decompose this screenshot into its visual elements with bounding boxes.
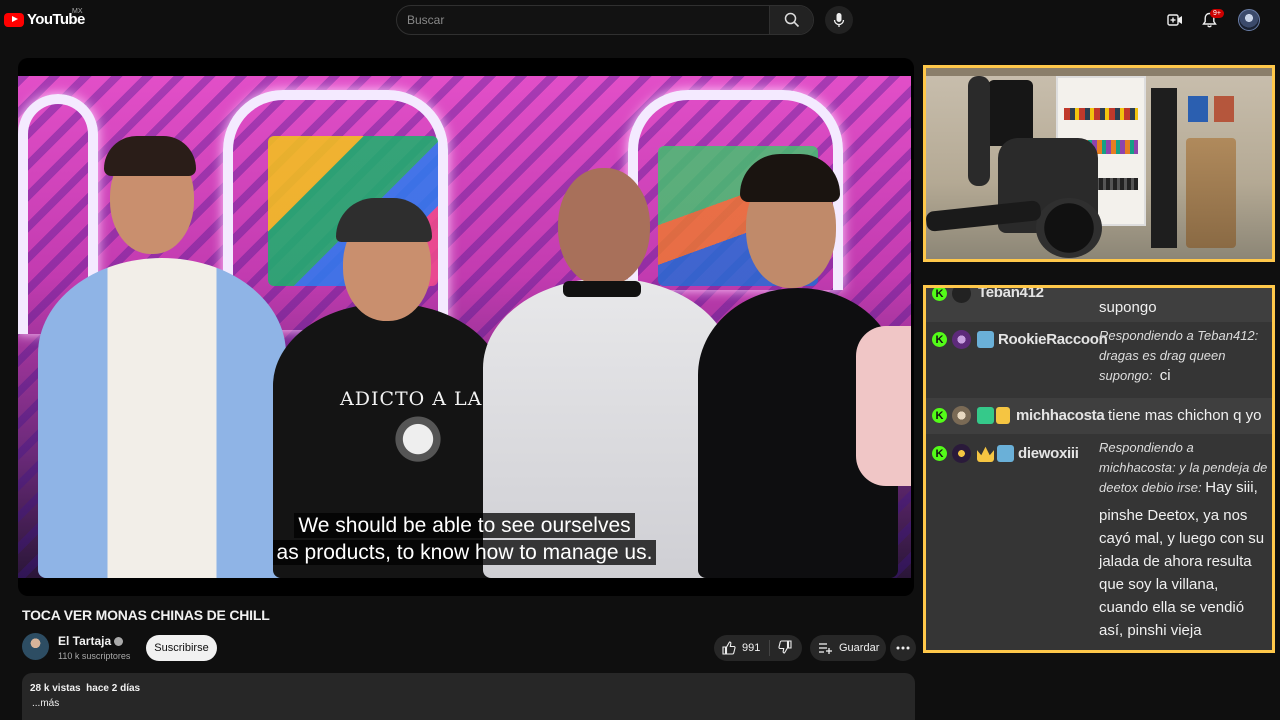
- chair-back: [1036, 198, 1102, 258]
- dislike-button[interactable]: [770, 639, 792, 657]
- chat-text: pinshe Deetox, ya nos cayó mal, y luego …: [1099, 507, 1265, 639]
- notification-badge: 9+: [1210, 9, 1224, 18]
- like-dislike-group: 991: [714, 635, 802, 661]
- kick-icon: K: [932, 288, 947, 301]
- user-avatar: [952, 288, 971, 303]
- subtitle-line-1: We should be able to see ourselves: [18, 513, 911, 538]
- chat-message: K diewoxiii Respondiendo a michhacosta: …: [926, 434, 1272, 650]
- like-count: 991: [742, 642, 761, 654]
- more-actions-button[interactable]: [890, 635, 916, 661]
- poster: [1188, 96, 1208, 122]
- reply-context: Respondiendo a Teban412: dragas es drag …: [1099, 328, 1259, 384]
- kick-icon: K: [932, 332, 947, 347]
- chat-username: michhacosta: [1016, 407, 1105, 424]
- save-playlist-icon: [819, 643, 832, 654]
- thumbs-down-icon: [778, 639, 792, 654]
- subtitle-line-2: as products, to know how to manage us.: [18, 540, 911, 565]
- webcam-overlay: [923, 65, 1275, 262]
- search-box: [396, 5, 814, 35]
- chat-overlay: K Teban412 supongo K RookieRaccoon Respo…: [923, 285, 1275, 653]
- gift-badge-icon: [996, 407, 1010, 424]
- poster: [1214, 96, 1234, 122]
- search-input[interactable]: [397, 6, 769, 34]
- speaker: [1151, 88, 1177, 248]
- hair: [104, 136, 196, 176]
- shirt-text: ADICTO A LAS: [340, 388, 497, 410]
- microphone: [968, 76, 990, 186]
- video-player[interactable]: ADICTO A LAS We should be able to see ou…: [18, 58, 914, 596]
- youtube-logo[interactable]: YouTube MX: [4, 8, 85, 28]
- video-frame[interactable]: ADICTO A LAS We should be able to see ou…: [18, 76, 911, 578]
- user-avatar: [952, 406, 971, 425]
- more-horizontal-icon: [896, 646, 910, 650]
- account-avatar[interactable]: [1238, 9, 1260, 31]
- microphone-icon: [833, 13, 845, 27]
- person-head: [558, 168, 650, 286]
- chat-message: K Teban412 supongo: [926, 285, 1272, 322]
- save-label: Guardar: [839, 642, 880, 654]
- chat-text: tiene mas chichon q yo: [1108, 407, 1262, 424]
- chat-text: supongo: [1099, 299, 1157, 316]
- create-video-icon: [1167, 14, 1182, 26]
- user-avatar: [952, 330, 971, 349]
- skull-graphic: [393, 416, 443, 482]
- top-bar: YouTube MX 9+: [0, 0, 1280, 40]
- chat-message: K RookieRaccoon Respondiendo a Teban412:…: [926, 322, 1272, 398]
- subscriber-count: 110 k suscriptores: [58, 651, 131, 661]
- kick-icon: K: [932, 408, 947, 423]
- user-avatar: [952, 444, 971, 463]
- reply-context: Respondiendo a michhacosta: y la pendeja…: [1099, 440, 1268, 496]
- create-button[interactable]: [1166, 11, 1184, 29]
- person-edge: [856, 326, 911, 486]
- show-more-link[interactable]: ...más: [32, 698, 905, 709]
- search-button[interactable]: [769, 6, 813, 34]
- chat-message: K michhacosta tiene mas chichon q yo: [926, 400, 1272, 434]
- video-title: TOCA VER MONAS CHINAS DE CHILL: [22, 607, 270, 623]
- chat-username: Teban412: [978, 285, 1044, 301]
- choker: [563, 281, 641, 297]
- subscribe-button[interactable]: Suscribirse: [146, 635, 217, 661]
- channel-avatar[interactable]: [22, 633, 49, 660]
- badge-icon: [977, 407, 994, 424]
- thumbs-up-icon: [722, 641, 736, 655]
- like-button[interactable]: 991: [714, 640, 770, 656]
- verified-icon: [114, 637, 124, 647]
- kick-icon: K: [932, 446, 947, 461]
- ceiling: [926, 68, 1272, 76]
- channel-name[interactable]: El Tartaja: [58, 634, 124, 648]
- youtube-play-icon: [4, 12, 24, 27]
- shelf-figures: [1064, 108, 1138, 120]
- country-code: MX: [72, 8, 83, 15]
- hanging-shirt: [988, 80, 1033, 146]
- search-icon: [784, 12, 799, 28]
- chat-username: RookieRaccoon: [998, 331, 1108, 348]
- view-stats: 28 k vistas hace 2 días: [30, 683, 141, 694]
- voice-search-button[interactable]: [825, 6, 853, 34]
- chat-username: diewoxiii: [1018, 445, 1079, 462]
- subscriber-badge-icon: [977, 331, 994, 348]
- cat-tree: [1186, 138, 1236, 248]
- crown-badge-icon: [977, 446, 994, 462]
- save-button[interactable]: Guardar: [810, 635, 886, 661]
- description-box[interactable]: 28 k vistas hace 2 días ...más: [22, 673, 915, 720]
- subscriber-badge-icon: [997, 445, 1014, 462]
